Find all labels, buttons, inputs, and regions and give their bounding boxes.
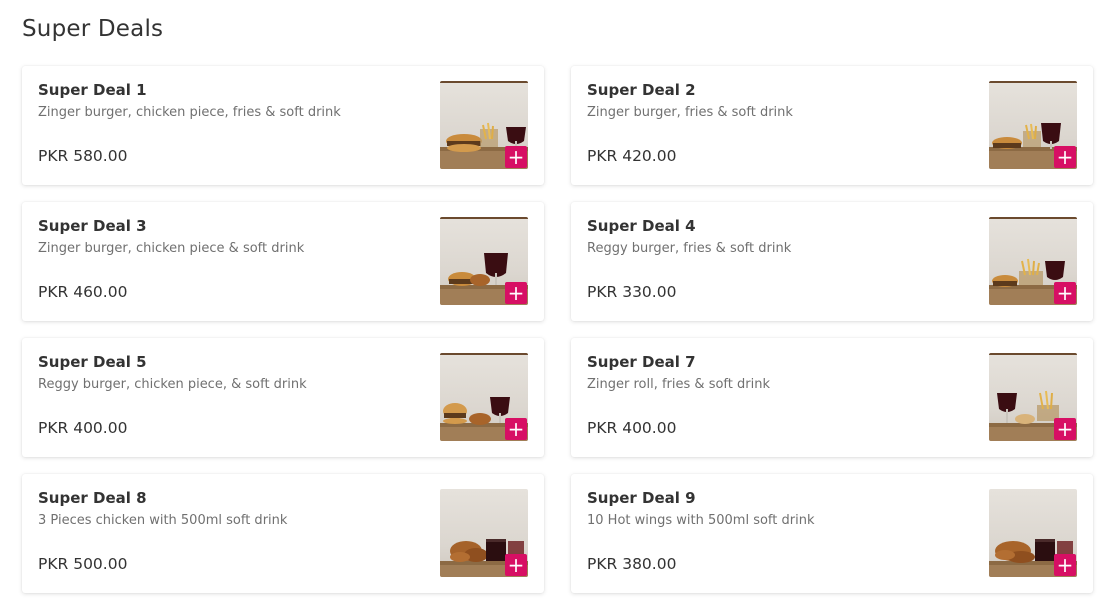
plus-icon: + — [507, 552, 525, 577]
deal-name: Super Deal 7 — [587, 353, 696, 371]
deal-price: PKR 460.00 — [38, 283, 128, 301]
plus-icon: + — [507, 416, 525, 441]
deal-card[interactable]: Super Deal 8 3 Pieces chicken with 500ml… — [22, 474, 544, 593]
deal-name: Super Deal 5 — [38, 353, 147, 371]
add-to-cart-button[interactable]: + — [505, 554, 527, 576]
deal-name: Super Deal 9 — [587, 489, 696, 507]
plus-icon: + — [1056, 552, 1074, 577]
deal-card[interactable]: Super Deal 2 Zinger burger, fries & soft… — [571, 66, 1093, 185]
add-to-cart-button[interactable]: + — [505, 418, 527, 440]
add-to-cart-button[interactable]: + — [505, 146, 527, 168]
deal-name: Super Deal 1 — [38, 81, 147, 99]
plus-icon: + — [507, 144, 525, 169]
plus-icon: + — [1056, 416, 1074, 441]
deal-card[interactable]: Super Deal 4 Reggy burger, fries & soft … — [571, 202, 1093, 321]
deal-card[interactable]: Super Deal 5 Reggy burger, chicken piece… — [22, 338, 544, 457]
deal-card[interactable]: Super Deal 1 Zinger burger, chicken piec… — [22, 66, 544, 185]
deal-card[interactable]: Super Deal 3 Zinger burger, chicken piec… — [22, 202, 544, 321]
deal-description: Zinger roll, fries & soft drink — [587, 377, 770, 392]
deal-price: PKR 330.00 — [587, 283, 677, 301]
add-to-cart-button[interactable]: + — [1054, 554, 1076, 576]
deal-price: PKR 500.00 — [38, 555, 128, 573]
deal-description: Zinger burger, chicken piece & soft drin… — [38, 241, 305, 256]
deal-description: Zinger burger, fries & soft drink — [587, 105, 793, 120]
deal-name: Super Deal 8 — [38, 489, 147, 507]
deal-price: PKR 580.00 — [38, 147, 128, 165]
deal-price: PKR 400.00 — [38, 419, 128, 437]
deal-description: Reggy burger, fries & soft drink — [587, 241, 792, 256]
deal-price: PKR 380.00 — [587, 555, 677, 573]
deal-description: Zinger burger, chicken piece, fries & so… — [38, 105, 341, 120]
add-to-cart-button[interactable]: + — [1054, 418, 1076, 440]
plus-icon: + — [507, 280, 525, 305]
plus-icon: + — [1056, 280, 1074, 305]
deal-card[interactable]: Super Deal 9 10 Hot wings with 500ml sof… — [571, 474, 1093, 593]
deal-name: Super Deal 2 — [587, 81, 696, 99]
add-to-cart-button[interactable]: + — [505, 282, 527, 304]
add-to-cart-button[interactable]: + — [1054, 146, 1076, 168]
plus-icon: + — [1056, 144, 1074, 169]
deal-name: Super Deal 4 — [587, 217, 696, 235]
deal-description: 10 Hot wings with 500ml soft drink — [587, 513, 815, 528]
deal-name: Super Deal 3 — [38, 217, 147, 235]
add-to-cart-button[interactable]: + — [1054, 282, 1076, 304]
deal-price: PKR 420.00 — [587, 147, 677, 165]
deal-description: Reggy burger, chicken piece, & soft drin… — [38, 377, 307, 392]
page-title: Super Deals — [22, 16, 164, 42]
deal-card[interactable]: Super Deal 7 Zinger roll, fries & soft d… — [571, 338, 1093, 457]
deal-description: 3 Pieces chicken with 500ml soft drink — [38, 513, 288, 528]
deal-price: PKR 400.00 — [587, 419, 677, 437]
